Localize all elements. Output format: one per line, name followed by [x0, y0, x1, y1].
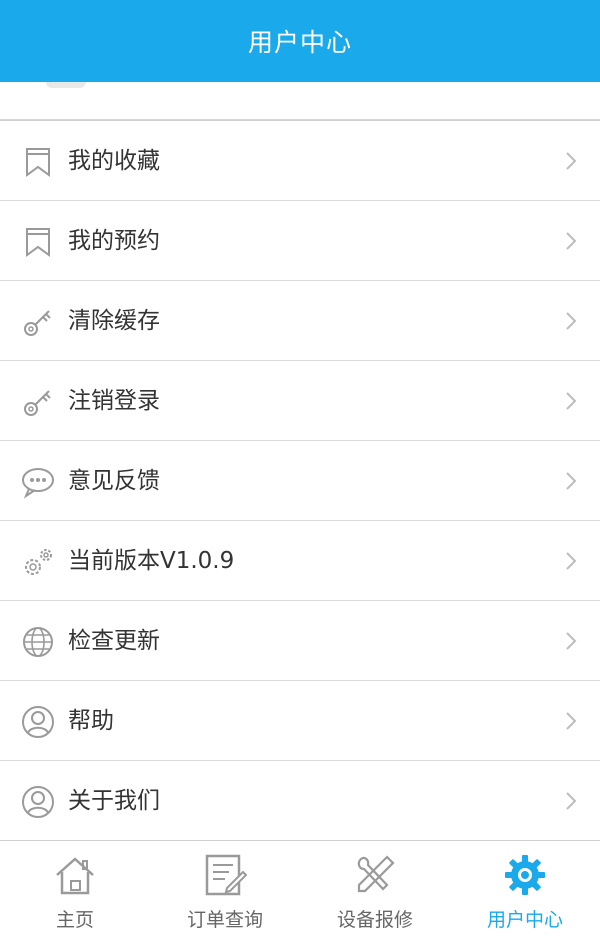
menu-item-feedback[interactable]: 意见反馈 [0, 441, 600, 521]
chevron-right-icon [566, 472, 577, 490]
bookmark-icon [26, 148, 50, 177]
chevron-right-icon [566, 152, 577, 170]
tools-icon [357, 855, 395, 893]
chevron-right-icon [566, 392, 577, 410]
menu-item-help[interactable]: 帮助 [0, 681, 600, 761]
user-icon [22, 786, 54, 818]
tab-label: 用户中心 [486, 909, 563, 931]
menu-item-about[interactable]: 关于我们 [0, 761, 600, 841]
chevron-right-icon [566, 232, 577, 250]
menu-item-label: 意见反馈 [68, 468, 160, 494]
chevron-right-icon [566, 632, 577, 650]
menu-item-label: 清除缓存 [68, 308, 160, 334]
globe-icon [23, 627, 53, 657]
tab-home[interactable]: 主页 [0, 841, 150, 944]
page-title: 用户中心 [247, 28, 352, 57]
menu-item-clear-cache[interactable]: 清除缓存 [0, 281, 600, 361]
gear-icon [505, 855, 545, 895]
chevron-right-icon [566, 792, 577, 810]
user-icon [22, 706, 54, 738]
user-menu-list: 我的收藏 我的预约 清除缓存 注销登录 意见反馈 当前版本V1.0.9 检查更新… [0, 120, 600, 841]
menu-item-version[interactable]: 当前版本V1.0.9 [0, 521, 600, 601]
bottom-tab-bar: 主页 订单查询 设备报修 用户中心 [0, 840, 600, 944]
profile-banner [0, 82, 600, 120]
tab-user-center[interactable]: 用户中心 [450, 841, 600, 944]
tab-repair[interactable]: 设备报修 [300, 841, 450, 944]
menu-item-label: 我的预约 [68, 228, 160, 254]
menu-item-label: 注销登录 [68, 388, 160, 414]
menu-item-label: 检查更新 [68, 628, 160, 654]
home-icon [56, 857, 94, 895]
key-icon [24, 310, 51, 336]
tab-label: 订单查询 [186, 909, 263, 931]
avatar-shadow [46, 82, 86, 88]
document-edit-icon [205, 854, 247, 896]
app-header: 用户中心 [0, 0, 600, 82]
menu-item-check-update[interactable]: 检查更新 [0, 601, 600, 681]
chevron-right-icon [566, 312, 577, 330]
key-icon [24, 390, 51, 416]
menu-item-favorites[interactable]: 我的收藏 [0, 121, 600, 201]
gears-icon [25, 549, 52, 575]
bookmark-icon [26, 228, 50, 257]
tab-order-search[interactable]: 订单查询 [150, 841, 300, 944]
chevron-right-icon [566, 712, 577, 730]
chevron-right-icon [566, 552, 577, 570]
tab-label: 主页 [55, 909, 94, 931]
chat-bubble-icon [22, 468, 54, 499]
menu-item-appointments[interactable]: 我的预约 [0, 201, 600, 281]
menu-item-label: 关于我们 [68, 788, 160, 814]
menu-item-logout[interactable]: 注销登录 [0, 361, 600, 441]
menu-item-label: 当前版本V1.0.9 [68, 548, 235, 574]
tab-label: 设备报修 [336, 909, 413, 931]
menu-item-label: 我的收藏 [68, 148, 160, 174]
menu-item-label: 帮助 [68, 708, 114, 734]
